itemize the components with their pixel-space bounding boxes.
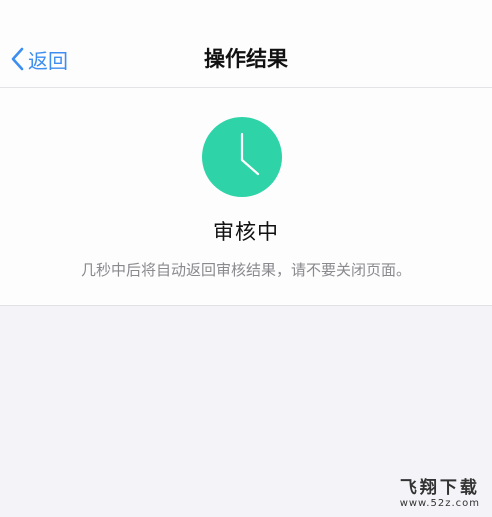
- result-panel: 审核中 几秒中后将自动返回审核结果，请不要关闭页面。: [0, 88, 492, 306]
- clock-icon: [202, 117, 282, 197]
- page-title: 操作结果: [204, 47, 288, 71]
- watermark: 飞翔下载 www.52z.com: [400, 473, 480, 509]
- watermark-url: www.52z.com: [399, 498, 480, 509]
- watermark-logo: 飞翔下载: [399, 478, 480, 498]
- status-title: 审核中: [213, 220, 279, 244]
- status-description: 几秒中后将自动返回审核结果，请不要关闭页面。: [80, 261, 411, 279]
- navigation-bar: 返回 操作结果: [0, 0, 492, 88]
